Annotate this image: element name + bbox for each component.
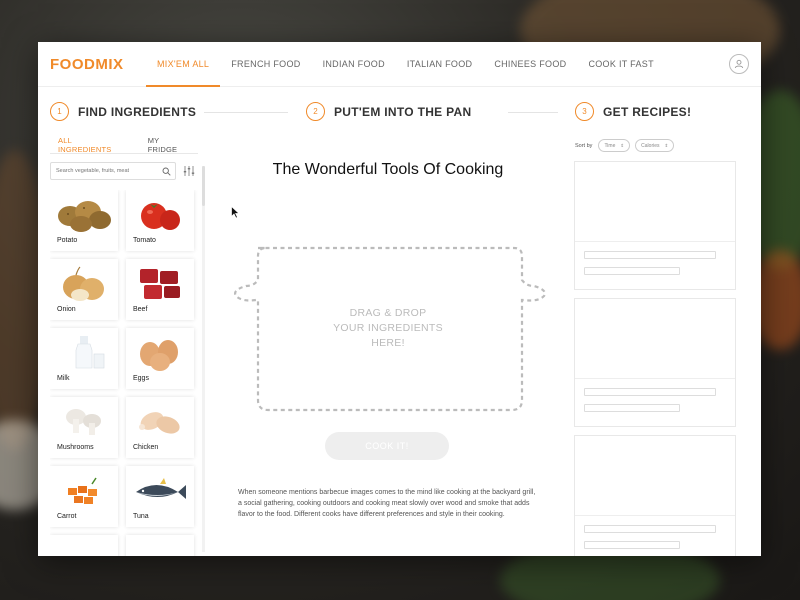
drop-zone-instructions: DRAG & DROP YOUR INGREDIENTS HERE! <box>300 306 476 351</box>
recipe-card-placeholder[interactable] <box>574 298 736 427</box>
nav-italian-food[interactable]: ITALIAN FOOD <box>396 42 483 87</box>
drop-text-line: YOUR INGREDIENTS <box>333 322 443 334</box>
ingredient-grid: Potato Tomato Onion Beef Milk Eggs Mushr… <box>50 190 200 556</box>
user-icon <box>734 59 744 69</box>
recipe-title-placeholder <box>584 251 716 259</box>
step-label: FIND INGREDIENTS <box>78 104 197 119</box>
step-get-recipes: 3 GET RECIPES! <box>575 102 691 121</box>
ingredient-name: Tomato <box>133 237 156 244</box>
onion-image <box>50 262 118 304</box>
ingredient-card-potato[interactable]: Potato <box>50 190 118 251</box>
ingredient-name: Onion <box>57 306 76 313</box>
ingredient-scrollbar[interactable] <box>202 166 205 552</box>
carrot-image <box>50 469 118 511</box>
recipe-title-placeholder <box>584 388 716 396</box>
ingredient-tabs: ALL INGREDIENTS MY FRIDGE <box>50 136 198 154</box>
top-nav-bar: FOODMIX MIX'EM ALL FRENCH FOOD INDIAN FO… <box>38 42 761 87</box>
recipe-meta-placeholder <box>584 267 680 275</box>
tab-my-fridge[interactable]: MY FRIDGE <box>140 136 198 154</box>
ingredient-search-box <box>50 162 176 180</box>
step-number: 1 <box>50 102 69 121</box>
sort-time-dropdown[interactable]: Time ⇕ <box>598 139 631 152</box>
ingredient-card-more[interactable] <box>50 535 118 556</box>
chevron-updown-icon: ⇕ <box>620 142 625 148</box>
nav-french-food[interactable]: FRENCH FOOD <box>220 42 311 87</box>
step-number: 2 <box>306 102 325 121</box>
drop-text-line: DRAG & DROP <box>349 307 427 319</box>
ingredient-card-more[interactable] <box>126 535 194 556</box>
recipe-card-placeholder[interactable] <box>574 161 736 290</box>
chicken-image <box>126 400 194 442</box>
recipe-meta-placeholder <box>584 541 680 549</box>
ingredient-card-mushrooms[interactable]: Mushrooms <box>50 397 118 458</box>
ingredient-card-onion[interactable]: Onion <box>50 259 118 320</box>
sort-controls: Sort by Time ⇕ Calories ⇕ <box>575 139 679 152</box>
ingredient-card-chicken[interactable]: Chicken <box>126 397 194 458</box>
step-divider <box>508 112 558 113</box>
nav-cook-it-fast[interactable]: COOK IT FAST <box>577 42 664 87</box>
tuna-image <box>126 469 194 511</box>
ingredient-card-carrot[interactable]: Carrot <box>50 466 118 527</box>
pan-description: When someone mentions barbecue images co… <box>238 489 536 518</box>
tomato-image <box>126 193 194 235</box>
recipe-card-placeholder[interactable] <box>574 435 736 556</box>
step-label: GET RECIPES! <box>603 104 692 119</box>
sort-option-label: Time <box>604 142 616 149</box>
ingredient-name: Mushrooms <box>57 444 94 451</box>
step-number: 3 <box>575 102 594 121</box>
nav-indian-food[interactable]: INDIAN FOOD <box>312 42 396 87</box>
ingredient-name: Carrot <box>57 513 77 520</box>
ingredient-card-tuna[interactable]: Tuna <box>126 466 194 527</box>
mushrooms-image <box>50 400 118 442</box>
chevron-updown-icon: ⇕ <box>664 142 669 148</box>
ingredient-card-beef[interactable]: Beef <box>126 259 194 320</box>
recipe-meta-placeholder <box>584 404 680 412</box>
cook-it-button[interactable]: COOK IT! <box>325 432 449 460</box>
ingredient-search-input[interactable] <box>56 168 156 174</box>
step-label: PUT'EM INTO THE PAN <box>334 104 472 119</box>
search-icon[interactable] <box>162 167 171 176</box>
milk-image <box>50 331 118 373</box>
logo[interactable]: FOODMIX <box>50 56 146 73</box>
recipe-title-placeholder <box>584 525 716 533</box>
ingredient-card-tomato[interactable]: Tomato <box>126 190 194 251</box>
eggs-image <box>126 331 194 373</box>
ingredient-name: Potato <box>57 237 78 244</box>
recipe-image-placeholder <box>575 162 735 242</box>
sort-label: Sort by <box>575 142 593 149</box>
step-find-ingredients: 1 FIND INGREDIENTS <box>50 102 196 121</box>
drop-text-line: HERE! <box>371 337 405 349</box>
step-put-into-pan: 2 PUT'EM INTO THE PAN <box>306 102 471 121</box>
sort-calories-dropdown[interactable]: Calories ⇕ <box>635 139 675 152</box>
nav-mixem-all[interactable]: MIX'EM ALL <box>146 42 221 87</box>
scrollbar-thumb[interactable] <box>202 166 205 206</box>
steps-header: 1 FIND INGREDIENTS 2 PUT'EM INTO THE PAN… <box>38 102 761 124</box>
nav-menu: MIX'EM ALL FRENCH FOOD INDIAN FOOD ITALI… <box>146 42 665 87</box>
ingredient-name: Beef <box>133 306 148 313</box>
app-window: FOODMIX MIX'EM ALL FRENCH FOOD INDIAN FO… <box>38 42 761 556</box>
user-profile-button[interactable] <box>729 54 749 74</box>
ingredient-name: Eggs <box>133 375 149 382</box>
tabs-divider <box>50 153 198 154</box>
ingredient-card-milk[interactable]: Milk <box>50 328 118 389</box>
filter-sliders-icon[interactable] <box>183 165 195 177</box>
ingredient-card-eggs[interactable]: Eggs <box>126 328 194 389</box>
nav-chinees-food[interactable]: CHINEES FOOD <box>483 42 577 87</box>
step-divider <box>204 112 288 113</box>
sort-option-label: Calories <box>641 142 660 149</box>
recipe-image-placeholder <box>575 436 735 516</box>
ingredient-name: Chicken <box>133 444 159 451</box>
mouse-cursor-icon <box>231 206 240 219</box>
beef-image <box>126 262 194 304</box>
recipe-image-placeholder <box>575 299 735 379</box>
pan-title: The Wonderful Tools Of Cooking <box>272 161 504 178</box>
potato-image <box>50 193 118 235</box>
tab-all-ingredients[interactable]: ALL INGREDIENTS <box>50 136 134 154</box>
ingredient-name: Milk <box>57 375 70 382</box>
ingredient-name: Tuna <box>133 513 149 520</box>
